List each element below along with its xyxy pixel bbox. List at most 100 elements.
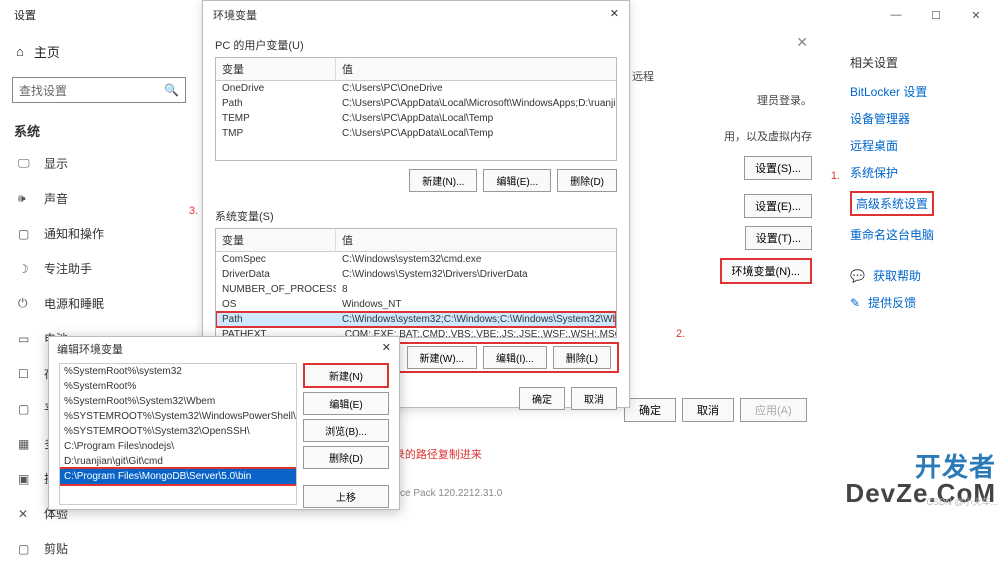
apply-button[interactable]: 应用(A) <box>740 398 807 422</box>
ok-button[interactable]: 确定 <box>624 398 676 422</box>
monitor-icon: 🖵 <box>18 156 32 171</box>
user-vars-table[interactable]: 变量值 OneDriveC:\Users\PC\OneDrive PathC:\… <box>215 57 617 161</box>
search-icon: 🔍 <box>164 83 179 97</box>
grid-icon: ▦ <box>18 437 32 451</box>
table-row: OSWindows_NT <box>216 297 616 312</box>
footer-text: ce Pack 120.2212.31.0 <box>400 488 502 499</box>
feedback-icon: ✎ <box>850 296 860 310</box>
nav-label: 专注助手 <box>44 260 92 277</box>
nav-label: 通知和操作 <box>44 225 104 242</box>
settings-title: 设置 <box>4 7 36 23</box>
list-item[interactable]: %SystemRoot% <box>60 379 296 394</box>
list-item[interactable]: D:\ruanjian\git\Git\cmd <box>60 454 296 469</box>
nav-label: 声音 <box>44 190 68 207</box>
list-item[interactable]: %SystemRoot%\system32 <box>60 364 296 379</box>
moon-icon: ☽ <box>18 262 32 276</box>
table-row: NUMBER_OF_PROCESSORS8 <box>216 282 616 297</box>
del-path-button[interactable]: 删除(D) <box>303 446 389 469</box>
link-sysprotect[interactable]: 系统保护 <box>850 164 990 181</box>
new-sys-button[interactable]: 新建(W)... <box>407 346 477 369</box>
close-icon[interactable]: ✕ <box>610 7 619 23</box>
bell-icon: ▢ <box>18 227 32 241</box>
annotation-1: 1. <box>831 170 840 182</box>
search-input[interactable]: 查找设置 🔍 <box>12 77 186 103</box>
env-cancel-button[interactable]: 取消 <box>571 387 617 410</box>
settings-e-button[interactable]: 设置(E)... <box>744 194 812 218</box>
table-row: TEMPC:\Users\PC\AppData\Local\Temp <box>216 111 616 126</box>
del-user-button[interactable]: 删除(D) <box>557 169 617 192</box>
env-var-button[interactable]: 环境变量(N)... <box>720 258 812 284</box>
feedback-link[interactable]: ✎提供反馈 <box>850 294 990 311</box>
annotation-3: 3. <box>189 205 198 217</box>
category-header: 系统 <box>0 111 198 146</box>
path-list[interactable]: %SystemRoot%\system32 %SystemRoot% %Syst… <box>59 363 297 505</box>
edit-env-dialog: 编辑环境变量 ✕ %SystemRoot%\system32 %SystemRoo… <box>48 336 400 510</box>
moveup-button[interactable]: 上移 <box>303 485 389 508</box>
battery-icon: ▭ <box>18 332 32 346</box>
sys-vars-table[interactable]: 变量值 ComSpecC:\Windows\system32\cmd.exe D… <box>215 228 617 338</box>
inner-close-icon[interactable]: ✕ <box>796 34 808 51</box>
nav-focus[interactable]: ☽ 专注助手 <box>0 251 198 286</box>
annotation-2: 2. <box>676 328 685 340</box>
chat-icon: 💬 <box>850 269 865 283</box>
table-row: DriverDataC:\Windows\System32\Drivers\Dr… <box>216 267 616 282</box>
tablet-icon: ▢ <box>18 402 32 416</box>
edit-path-button[interactable]: 编辑(E) <box>303 392 389 415</box>
nav-notifications[interactable]: ▢ 通知和操作 <box>0 216 198 251</box>
csdn-tag: CSDN @小火车... <box>926 495 998 508</box>
settings-s-button[interactable]: 设置(S)... <box>744 156 812 180</box>
disk-icon: ☐ <box>18 367 32 381</box>
user-vars-label: PC 的用户变量(U) <box>203 29 629 57</box>
link-remote[interactable]: 远程桌面 <box>850 137 990 154</box>
link-advanced[interactable]: 高级系统设置 <box>856 195 928 212</box>
power-icon: ⏻ <box>18 296 32 311</box>
list-item[interactable]: %SYSTEMROOT%\System32\OpenSSH\ <box>60 424 296 439</box>
home-label: 主页 <box>34 42 60 61</box>
clipboard-icon: ▢ <box>18 542 32 556</box>
xp-icon: ✕ <box>18 507 32 521</box>
del-sys-button[interactable]: 删除(L) <box>553 346 611 369</box>
list-item[interactable]: %SystemRoot%\System32\Wbem <box>60 394 296 409</box>
edit-sys-button[interactable]: 编辑(I)... <box>483 346 547 369</box>
edit-user-button[interactable]: 编辑(E)... <box>483 169 551 192</box>
close-icon[interactable]: ✕ <box>382 341 391 357</box>
nav-display[interactable]: 🖵 显示 <box>0 146 198 181</box>
new-user-button[interactable]: 新建(N)... <box>409 169 477 192</box>
home-nav[interactable]: ⌂ 主页 <box>0 34 198 69</box>
close-button[interactable]: ✕ <box>956 1 996 29</box>
maximize-button[interactable]: ☐ <box>916 1 956 29</box>
col-var: 变量 <box>216 229 336 251</box>
project-icon: ▣ <box>18 472 32 486</box>
browse-button[interactable]: 浏览(B)... <box>303 419 389 442</box>
nav-label: 显示 <box>44 155 68 172</box>
list-item[interactable]: C:\Program Files\nodejs\ <box>60 439 296 454</box>
table-row: ComSpecC:\Windows\system32\cmd.exe <box>216 252 616 267</box>
link-bitlocker[interactable]: BitLocker 设置 <box>850 83 990 100</box>
nav-label: 剪贴 <box>44 540 68 557</box>
related-header: 相关设置 <box>850 54 990 71</box>
help-link[interactable]: 💬获取帮助 <box>850 267 990 284</box>
list-item[interactable]: %SYSTEMROOT%\System32\WindowsPowerShell\… <box>60 409 296 424</box>
desc-text: 理员登录。 <box>632 92 812 108</box>
cancel-button[interactable]: 取消 <box>682 398 734 422</box>
env-ok-button[interactable]: 确定 <box>519 387 565 410</box>
env-title: 环境变量 <box>213 7 257 23</box>
edit-title: 编辑环境变量 <box>57 341 123 357</box>
link-device-mgr[interactable]: 设备管理器 <box>850 110 990 127</box>
link-rename[interactable]: 重命名这台电脑 <box>850 226 990 243</box>
list-item-selected[interactable]: C:\Program Files\MongoDB\Server\5.0\bin <box>60 469 296 484</box>
nav-clipboard[interactable]: ▢ 剪贴 <box>0 531 198 566</box>
col-val: 值 <box>336 229 359 251</box>
new-path-button[interactable]: 新建(N) <box>303 363 389 388</box>
search-placeholder: 查找设置 <box>19 82 67 99</box>
minimize-button[interactable]: — <box>876 1 916 29</box>
table-row: PathC:\Users\PC\AppData\Local\Microsoft\… <box>216 96 616 111</box>
sys-vars-label: 系统变量(S) <box>203 200 629 228</box>
home-icon: ⌂ <box>16 44 24 59</box>
table-row: OneDriveC:\Users\PC\OneDrive <box>216 81 616 96</box>
table-row-path: PathC:\Windows\system32;C:\Windows;C:\Wi… <box>216 312 616 327</box>
nav-power[interactable]: ⏻电源和睡眠 <box>0 286 198 321</box>
speaker-icon: 🕪 <box>18 191 32 206</box>
nav-sound[interactable]: 🕪 声音 <box>0 181 198 216</box>
settings-t-button[interactable]: 设置(T)... <box>745 226 812 250</box>
